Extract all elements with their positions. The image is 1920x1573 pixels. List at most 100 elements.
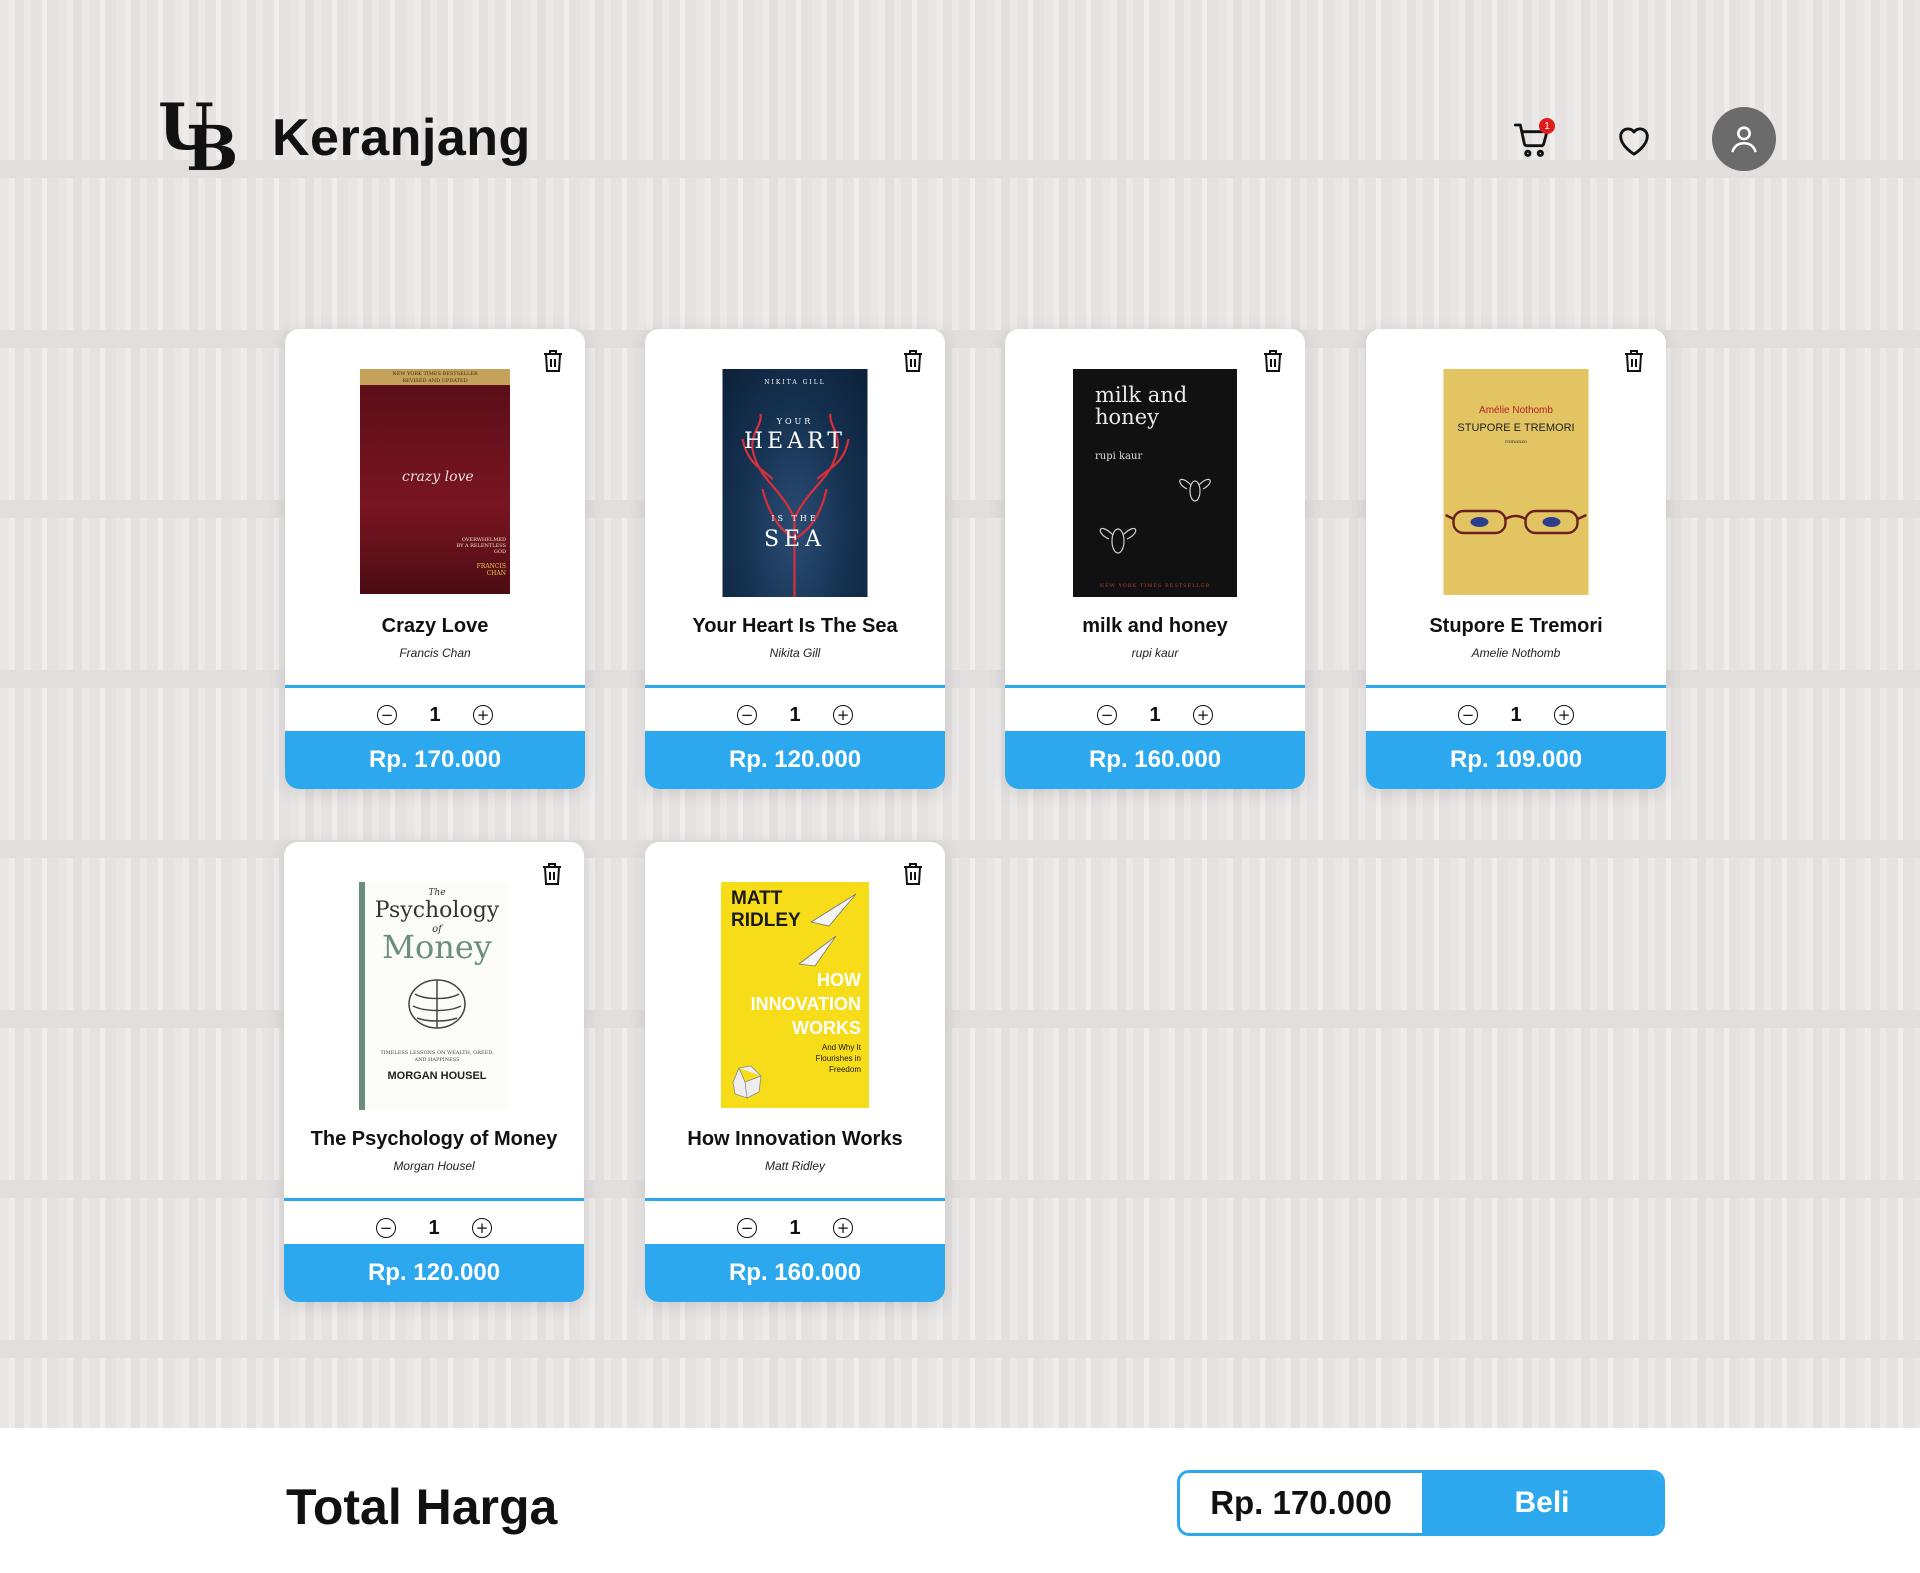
cover-text: milk and (1095, 383, 1188, 407)
increment-button[interactable]: + (472, 1218, 492, 1238)
book-title: Your Heart Is The Sea (692, 615, 898, 637)
book-cover: The Psychology of Money TIMELESS LESSONS… (359, 882, 509, 1110)
decrement-button[interactable]: − (1097, 705, 1117, 725)
cover-text: SEA (763, 527, 827, 552)
cover-text: Psychology (374, 898, 500, 923)
header: U B Keranjang 1 (0, 0, 1920, 200)
user-avatar[interactable] (1712, 107, 1776, 171)
quantity-stepper: − 1 + (645, 697, 945, 733)
quantity-stepper: − 1 + (284, 1210, 584, 1246)
trash-icon[interactable] (1620, 347, 1648, 375)
cover-text: rupi kaur (1095, 451, 1143, 462)
increment-button[interactable]: + (833, 1218, 853, 1238)
decrement-button[interactable]: − (377, 705, 397, 725)
book-author: Matt Ridley (764, 1159, 826, 1173)
cover-text: REVISED AND UPDATED (402, 378, 468, 384)
divider (1366, 685, 1666, 688)
trash-icon[interactable] (539, 347, 567, 375)
book-title: milk and honey (1082, 615, 1228, 637)
divider (284, 1198, 584, 1201)
cover-text: OVERWHELMED BY A RELENTLESS GOD (456, 537, 506, 555)
book-cover: NEW YORK TIMES BESTSELLER REVISED AND UP… (360, 369, 510, 594)
quantity-value: 1 (789, 1216, 801, 1239)
cover-text: MORGAN HOUSEL (387, 1070, 487, 1082)
quantity-stepper: − 1 + (645, 1210, 945, 1246)
page-title: Keranjang (272, 109, 531, 167)
cover-text: NEW YORK TIMES BESTSELLER (1099, 583, 1211, 589)
cover-text: MATT (731, 888, 783, 909)
cover-text: NEW YORK TIMES BESTSELLER (392, 371, 478, 377)
cover-text: Money (382, 928, 492, 966)
book-cover: NIKITA GILL YOUR HEART IS THE SEA (722, 369, 868, 597)
book-title: The Psychology of Money (310, 1128, 558, 1150)
quantity-value: 1 (1149, 703, 1161, 726)
cover-text: YOUR (776, 417, 814, 426)
decrement-button[interactable]: − (737, 705, 757, 725)
increment-button[interactable]: + (1193, 705, 1213, 725)
total-box: Rp. 170.000 Beli (1177, 1470, 1665, 1536)
cover-text: And Why It Flourishes in Freedom (815, 1043, 861, 1074)
cart-item-card: NEW YORK TIMES BESTSELLER REVISED AND UP… (285, 329, 585, 789)
cover-text: NIKITA GILL (764, 379, 826, 386)
decrement-button[interactable]: − (737, 1218, 757, 1238)
trash-icon[interactable] (1259, 347, 1287, 375)
quantity-value: 1 (429, 703, 441, 726)
book-author: Amelie Nothomb (1471, 646, 1561, 660)
cart-item-card: NIKITA GILL YOUR HEART IS THE SEA Your H… (645, 329, 945, 789)
cover-text: Amélie Nothomb (1479, 405, 1553, 416)
trash-icon[interactable] (899, 860, 927, 888)
item-price: Rp. 170.000 (285, 731, 585, 789)
heart-icon[interactable] (1610, 116, 1658, 164)
decrement-button[interactable]: − (1458, 705, 1478, 725)
book-title: How Innovation Works (687, 1128, 903, 1150)
decrement-button[interactable]: − (376, 1218, 396, 1238)
logo-letter-b: B (186, 112, 239, 185)
quantity-stepper: − 1 + (1366, 697, 1666, 733)
cover-text: romanzo (1505, 439, 1527, 445)
item-price: Rp. 109.000 (1366, 731, 1666, 789)
book-cover: MATT RIDLEY HOW INNOVATION WORKS And Why… (721, 882, 869, 1108)
cover-text: INNOVATION (750, 994, 861, 1014)
checkout-footer: Total Harga Rp. 170.000 Beli (0, 1428, 1920, 1573)
cover-text: TIMELESS LESSONS ON WEALTH, GREED, AND H… (380, 1050, 494, 1063)
book-author: rupi kaur (1131, 646, 1179, 660)
quantity-value: 1 (1510, 703, 1522, 726)
book-cover: milk and honey rupi kaur NEW YORK TIMES … (1073, 369, 1237, 597)
book-author: Francis Chan (399, 646, 471, 660)
increment-button[interactable]: + (1554, 705, 1574, 725)
cover-text: crazy love (402, 469, 474, 485)
cover-text: FRANCIS CHAN (476, 563, 506, 577)
cart-icon[interactable]: 1 (1508, 116, 1556, 164)
total-label: Total Harga (286, 1479, 558, 1535)
brand-logo[interactable]: U B (158, 96, 239, 185)
cover-text: honey (1095, 405, 1159, 429)
total-value: Rp. 170.000 (1180, 1473, 1422, 1533)
user-icon (1731, 126, 1757, 153)
book-title: Stupore E Tremori (1429, 615, 1603, 637)
divider (285, 685, 585, 688)
cart-item-card: milk and honey rupi kaur NEW YORK TIMES … (1005, 329, 1305, 789)
quantity-stepper: − 1 + (285, 697, 585, 733)
cover-text: The (428, 888, 446, 898)
cart-count-badge: 1 (1539, 118, 1555, 134)
divider (645, 685, 945, 688)
book-author: Nikita Gill (769, 646, 821, 660)
cover-text: STUPORE E TREMORI (1457, 422, 1575, 434)
book-title: Crazy Love (381, 615, 489, 637)
trash-icon[interactable] (538, 860, 566, 888)
quantity-stepper: − 1 + (1005, 697, 1305, 733)
item-price: Rp. 160.000 (1005, 731, 1305, 789)
cover-text: WORKS (792, 1018, 861, 1038)
cart-item-card: The Psychology of Money TIMELESS LESSONS… (284, 842, 584, 1302)
divider (1005, 685, 1305, 688)
increment-button[interactable]: + (833, 705, 853, 725)
increment-button[interactable]: + (473, 705, 493, 725)
buy-button[interactable]: Beli (1422, 1473, 1662, 1533)
cover-text: HOW (817, 970, 861, 990)
quantity-value: 1 (428, 1216, 440, 1239)
book-cover: Amélie Nothomb STUPORE E TREMORI romanzo (1443, 369, 1589, 595)
cart-item-card: MATT RIDLEY HOW INNOVATION WORKS And Why… (645, 842, 945, 1302)
divider (645, 1198, 945, 1201)
item-price: Rp. 160.000 (645, 1244, 945, 1302)
trash-icon[interactable] (899, 347, 927, 375)
